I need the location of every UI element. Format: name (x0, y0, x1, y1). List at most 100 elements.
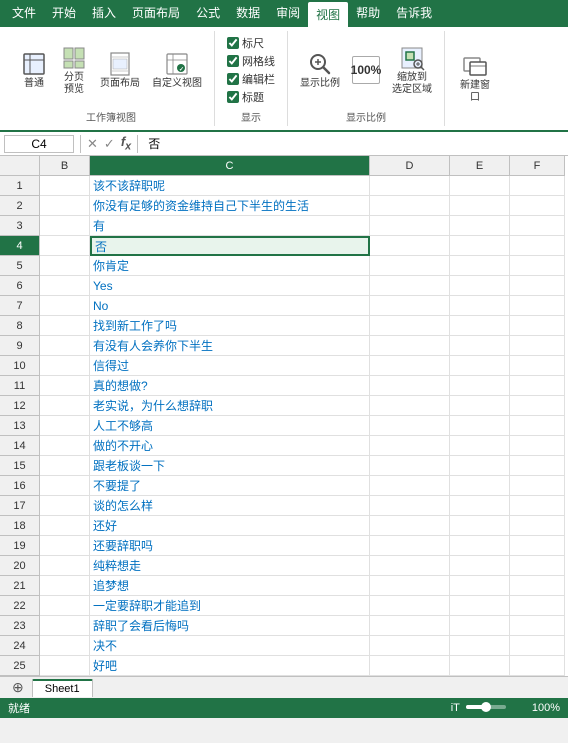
row-header-12[interactable]: 12 (0, 396, 40, 416)
cell-c-3[interactable]: 有 (90, 216, 370, 236)
cell-e-14[interactable] (450, 436, 510, 456)
cell-f-6[interactable] (510, 276, 565, 296)
cell-e-7[interactable] (450, 296, 510, 316)
cell-e-1[interactable] (450, 176, 510, 196)
row-header-24[interactable]: 24 (0, 636, 40, 656)
cell-f-4[interactable] (510, 236, 565, 256)
cell-d-15[interactable] (370, 456, 450, 476)
cell-d-3[interactable] (370, 216, 450, 236)
cancel-formula-icon[interactable]: ✕ (87, 136, 98, 152)
row-header-23[interactable]: 23 (0, 616, 40, 636)
cell-c-6[interactable]: Yes (90, 276, 370, 296)
cell-b-23[interactable] (40, 616, 90, 636)
cell-c-16[interactable]: 不要提了 (90, 476, 370, 496)
cell-c-13[interactable]: 人工不够高 (90, 416, 370, 436)
cell-d-8[interactable] (370, 316, 450, 336)
cell-d-4[interactable] (370, 236, 450, 256)
ribbon-tab-公式[interactable]: 公式 (188, 0, 228, 27)
cell-f-20[interactable] (510, 556, 565, 576)
cell-e-16[interactable] (450, 476, 510, 496)
row-header-15[interactable]: 15 (0, 456, 40, 476)
cell-d-2[interactable] (370, 196, 450, 216)
cell-b-17[interactable] (40, 496, 90, 516)
cell-e-15[interactable] (450, 456, 510, 476)
cell-b-15[interactable] (40, 456, 90, 476)
cell-e-22[interactable] (450, 596, 510, 616)
cell-f-14[interactable] (510, 436, 565, 456)
row-header-17[interactable]: 17 (0, 496, 40, 516)
row-header-25[interactable]: 25 (0, 656, 40, 676)
cell-f-19[interactable] (510, 536, 565, 556)
new-window-button[interactable]: 新建窗口 (456, 50, 494, 106)
cell-b-9[interactable] (40, 336, 90, 356)
add-sheet-button[interactable]: ⊕ (4, 677, 32, 698)
cell-c-24[interactable]: 决不 (90, 636, 370, 656)
cell-e-8[interactable] (450, 316, 510, 336)
pagelayout-view-button[interactable]: 页面布局 (96, 48, 144, 92)
cell-d-22[interactable] (370, 596, 450, 616)
cell-b-19[interactable] (40, 536, 90, 556)
ribbon-tab-数据[interactable]: 数据 (228, 0, 268, 27)
row-header-10[interactable]: 10 (0, 356, 40, 376)
ribbon-tab-页面布局[interactable]: 页面布局 (124, 0, 188, 27)
ribbon-tab-开始[interactable]: 开始 (44, 0, 84, 27)
cell-c-17[interactable]: 谈的怎么样 (90, 496, 370, 516)
cell-e-23[interactable] (450, 616, 510, 636)
cell-f-17[interactable] (510, 496, 565, 516)
customview-button[interactable]: ✓ 自定义视图 (148, 48, 206, 92)
cell-f-7[interactable] (510, 296, 565, 316)
col-header-b[interactable]: B (40, 156, 90, 176)
cell-d-7[interactable] (370, 296, 450, 316)
row-header-14[interactable]: 14 (0, 436, 40, 456)
cell-b-16[interactable] (40, 476, 90, 496)
ribbon-tab-告诉我[interactable]: 告诉我 (388, 0, 440, 27)
cell-e-20[interactable] (450, 556, 510, 576)
cell-c-14[interactable]: 做的不开心 (90, 436, 370, 456)
cell-b-18[interactable] (40, 516, 90, 536)
cell-d-23[interactable] (370, 616, 450, 636)
cell-e-5[interactable] (450, 256, 510, 276)
cell-c-11[interactable]: 真的想做? (90, 376, 370, 396)
cell-b-20[interactable] (40, 556, 90, 576)
cell-e-13[interactable] (450, 416, 510, 436)
cell-f-12[interactable] (510, 396, 565, 416)
cell-f-10[interactable] (510, 356, 565, 376)
ribbon-tab-视图[interactable]: 视图 (308, 2, 348, 27)
cell-c-4[interactable]: 否 (90, 236, 370, 256)
cell-f-24[interactable] (510, 636, 565, 656)
cell-d-1[interactable] (370, 176, 450, 196)
cell-b-24[interactable] (40, 636, 90, 656)
cell-b-13[interactable] (40, 416, 90, 436)
formula-input[interactable] (144, 137, 564, 151)
name-box[interactable] (4, 135, 74, 153)
zoom100-button[interactable]: 100% (348, 54, 384, 86)
cell-c-23[interactable]: 辞职了会看后悔吗 (90, 616, 370, 636)
cell-e-3[interactable] (450, 216, 510, 236)
cell-e-9[interactable] (450, 336, 510, 356)
cell-c-15[interactable]: 跟老板谈一下 (90, 456, 370, 476)
cell-d-24[interactable] (370, 636, 450, 656)
cell-c-1[interactable]: 该不该辞职呢 (90, 176, 370, 196)
cell-f-22[interactable] (510, 596, 565, 616)
zoom-selection-button[interactable]: 缩放到选定区域 (388, 42, 436, 98)
cell-e-25[interactable] (450, 656, 510, 676)
row-header-1[interactable]: 1 (0, 176, 40, 196)
ribbon-tab-插入[interactable]: 插入 (84, 0, 124, 27)
col-header-c[interactable]: C (90, 156, 370, 176)
cell-d-18[interactable] (370, 516, 450, 536)
row-header-8[interactable]: 8 (0, 316, 40, 336)
cell-f-5[interactable] (510, 256, 565, 276)
cell-c-25[interactable]: 好吧 (90, 656, 370, 676)
ribbon-tab-审阅[interactable]: 审阅 (268, 0, 308, 27)
cell-b-1[interactable] (40, 176, 90, 196)
cell-b-10[interactable] (40, 356, 90, 376)
editbar-checkbox[interactable] (227, 73, 239, 85)
cell-b-22[interactable] (40, 596, 90, 616)
cell-d-10[interactable] (370, 356, 450, 376)
cell-d-12[interactable] (370, 396, 450, 416)
cell-e-21[interactable] (450, 576, 510, 596)
cell-d-21[interactable] (370, 576, 450, 596)
ruler-checkbox[interactable] (227, 37, 239, 49)
row-header-3[interactable]: 3 (0, 216, 40, 236)
row-header-11[interactable]: 11 (0, 376, 40, 396)
